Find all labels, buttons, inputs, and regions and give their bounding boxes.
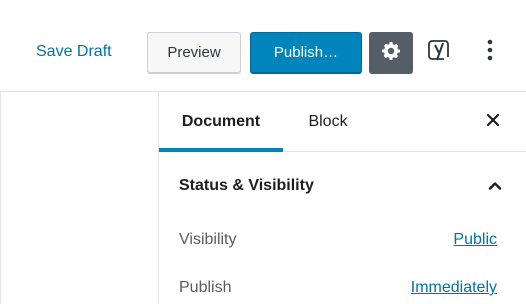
save-draft-button[interactable]: Save Draft <box>36 42 112 62</box>
close-icon <box>486 113 500 132</box>
status-visibility-panel-toggle[interactable]: Status & Visibility <box>159 152 526 216</box>
publish-label: Publish <box>179 279 232 296</box>
settings-sidebar: Document Block Status & Visibility Visib… <box>158 92 526 304</box>
preview-button[interactable]: Preview <box>147 32 241 74</box>
close-sidebar-button[interactable] <box>481 110 505 134</box>
tab-block[interactable]: Block <box>293 92 363 152</box>
tab-document[interactable]: Document <box>159 92 283 152</box>
more-vertical-icon <box>487 38 493 67</box>
editor-header-toolbar: Save Draft Preview Publish… <box>0 0 526 92</box>
yoast-icon <box>427 37 453 68</box>
sidebar-tabs: Document Block <box>159 92 526 152</box>
settings-button[interactable] <box>369 32 413 74</box>
visibility-label: Visibility <box>179 231 237 248</box>
gear-icon <box>381 41 401 66</box>
visibility-row: Visibility Public <box>159 220 526 260</box>
publish-button[interactable]: Publish… <box>250 32 362 74</box>
publish-date-link[interactable]: Immediately <box>411 278 497 298</box>
yoast-seo-button[interactable] <box>424 36 456 68</box>
chevron-up-icon <box>485 176 505 196</box>
publish-date-row: Publish Immediately <box>159 268 526 304</box>
panel-title: Status & Visibility <box>179 177 314 194</box>
more-tools-button[interactable] <box>478 36 502 68</box>
visibility-toggle-link[interactable]: Public <box>453 230 497 250</box>
